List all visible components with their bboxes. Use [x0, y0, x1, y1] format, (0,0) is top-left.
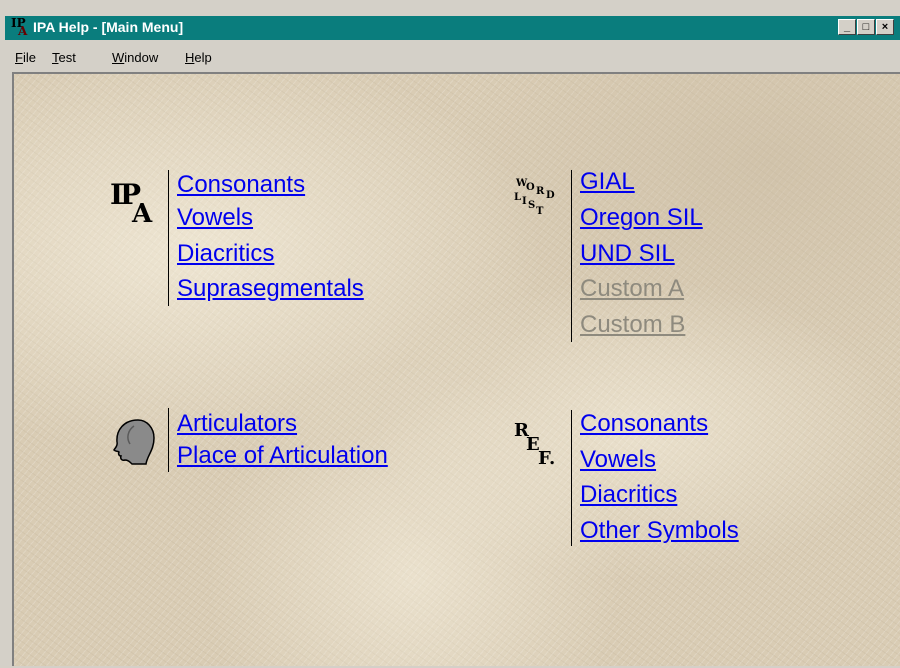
reference-vowels-link[interactable]: Vowels — [580, 446, 656, 474]
ipa-consonants-link[interactable]: Consonants — [177, 171, 305, 199]
head-profile-icon — [110, 416, 158, 468]
ipa-app-icon[interactable]: IP A — [11, 17, 33, 38]
main-menu-panel: I P A Consonants Vowels Diacritics Supra… — [12, 72, 900, 666]
svg-text:T: T — [536, 206, 544, 217]
word-list-icon: WORD LIST — [514, 174, 566, 224]
minimize-button[interactable]: _ — [838, 19, 856, 35]
svg-text:I: I — [522, 196, 527, 207]
word-list-oregon-sil-link[interactable]: Oregon SIL — [580, 204, 703, 232]
svg-text:D: D — [546, 190, 555, 201]
svg-text:R: R — [536, 186, 545, 197]
close-button[interactable]: × — [876, 19, 894, 35]
menu-file[interactable]: File — [15, 50, 36, 65]
menu-test[interactable]: Test — [52, 50, 76, 65]
svg-text:L: L — [514, 192, 521, 203]
word-list-custom-b-link: Custom B — [580, 311, 686, 338]
menu-help[interactable]: Help — [185, 50, 212, 65]
svg-text:S: S — [528, 200, 535, 211]
svg-text:F.: F. — [538, 448, 555, 469]
ipa-diacritics-link[interactable]: Diacritics — [177, 240, 274, 268]
reference-divider — [571, 410, 572, 546]
ipa-suprasegmentals-link[interactable]: Suprasegmentals — [177, 275, 364, 303]
reference-icon: R E F. — [514, 418, 566, 470]
word-list-und-sil-link[interactable]: UND SIL — [580, 240, 675, 268]
place-of-articulation-link[interactable]: Place of Articulation — [177, 442, 388, 470]
word-list-custom-a-link: Custom A — [580, 275, 685, 302]
svg-text:A: A — [131, 199, 153, 226]
articulation-divider — [168, 408, 169, 472]
window-title: IPA Help - [Main Menu] — [33, 19, 184, 35]
reference-consonants-link[interactable]: Consonants — [580, 410, 708, 438]
ipa-chart-icon: I P A — [110, 176, 158, 229]
ipa-chart-divider — [168, 170, 169, 306]
word-list-gial-link[interactable]: GIAL — [580, 168, 635, 196]
reference-other-symbols-link[interactable]: Other Symbols — [580, 517, 739, 545]
word-list-divider — [571, 170, 572, 342]
title-bar[interactable]: IP A IPA Help - [Main Menu] _ □ × — [5, 16, 900, 40]
menu-bar: File Test Window Help — [5, 40, 900, 70]
maximize-button[interactable]: □ — [857, 19, 875, 35]
articulators-link[interactable]: Articulators — [177, 410, 297, 438]
ipa-vowels-link[interactable]: Vowels — [177, 204, 253, 232]
svg-text:O: O — [526, 182, 535, 193]
reference-diacritics-link[interactable]: Diacritics — [580, 481, 677, 509]
app-window: IP A IPA Help - [Main Menu] _ □ × File T… — [0, 0, 900, 668]
menu-window[interactable]: Window — [112, 50, 158, 65]
